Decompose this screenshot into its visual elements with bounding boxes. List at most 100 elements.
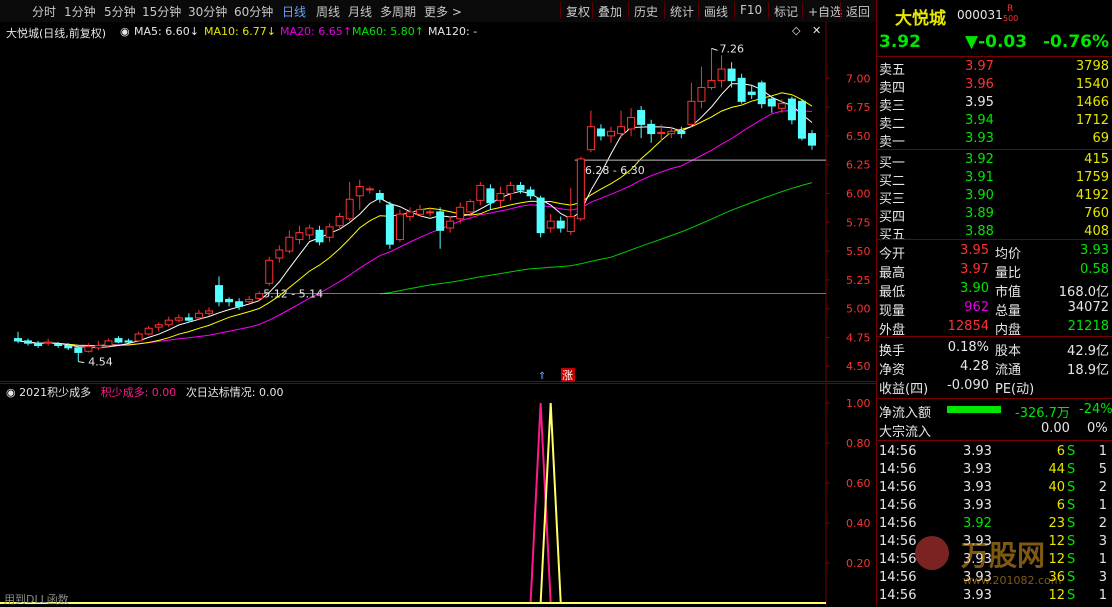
order-volume: 3798 [1075,59,1109,74]
candle-body [124,340,133,343]
stat-row[interactable]: 净资 4.28 流通 18.9亿 [877,358,1112,378]
toolbar-separator [560,2,561,19]
ask-row[interactable]: 卖四 3.96 1540 [877,76,1112,96]
stat-row[interactable]: 收益(四) -0.090 PE(动) [877,377,1112,397]
candle-body [154,324,163,328]
indicator-tick-label: 1.00 [846,397,871,410]
ma120-label: MA120: - [428,25,478,38]
divider [877,336,1112,337]
stat-value: 3.93 [1080,243,1109,258]
bid-row[interactable]: 买一 3.92 415 [877,151,1112,171]
tick-row[interactable]: 14:56 3.93 44 S 5 [877,461,1112,479]
toolbar-button[interactable]: 叠加 [598,3,622,20]
stat-row[interactable]: 最低 3.90 市值 168.0亿 [877,280,1112,300]
block-flow-value: 0.00 [1041,421,1070,436]
tick-row[interactable]: 14:56 3.93 40 S 2 [877,479,1112,497]
order-volume: 408 [1084,224,1109,239]
period-tab[interactable]: 多周期 [380,3,416,20]
candle-body [34,342,43,347]
stat-label: 最低 [879,285,906,300]
toolbar-separator [664,2,665,19]
candle-body [355,186,364,197]
toolbar-button[interactable]: 历史 [634,3,658,20]
candle-body [385,204,394,245]
ask-row[interactable]: 卖五 3.97 3798 [877,58,1112,78]
period-tab[interactable]: 更多 > [424,3,462,20]
tick-volume: 40 [1048,480,1065,495]
period-tab[interactable]: 分时 [32,3,56,20]
candle-body [375,192,384,200]
stat-row[interactable]: 最高 3.97 量比 0.58 [877,261,1112,281]
stat-value: 962 [964,300,989,315]
toolbar-button[interactable]: 返回 [846,3,870,20]
candle-body [245,298,254,303]
toolbar-button[interactable]: 统计 [670,3,694,20]
stat-label: 现量 [879,304,906,319]
price-tick-label: 4.50 [846,360,871,373]
candle-body [506,184,515,194]
stock-code: 000031 [957,8,1003,22]
range-label-lower: 5.12 - 5.14 [263,288,323,301]
stat-label: 股本 [995,344,1022,359]
candle-body [335,216,344,227]
stat-value: 18.9亿 [1067,363,1109,378]
stat-row[interactable]: 今开 3.95 均价 3.93 [877,242,1112,262]
bid-row[interactable]: 买二 3.91 1759 [877,169,1112,189]
ask-row[interactable]: 卖二 3.94 1712 [877,112,1112,132]
toolbar-button[interactable]: 标记 [774,3,798,20]
stat-row[interactable]: 外盘 12854 内盘 21218 [877,318,1112,338]
divider [877,56,1112,57]
period-tab[interactable]: 1分钟 [64,3,96,20]
bid-row[interactable]: 买四 3.89 760 [877,205,1112,225]
toolbar-button[interactable]: +自选 [808,3,842,20]
order-price: 3.90 [965,188,994,203]
candle-body [365,188,374,191]
indicator-header: ◉ 2021积少成多 积少成多: 0.00 次日达标情况: 0.00 [6,384,284,400]
order-price: 3.97 [965,59,994,74]
toolbar-button[interactable]: F10 [740,3,762,17]
stat-row[interactable]: 现量 962 总量 34072 [877,299,1112,319]
tick-row[interactable]: 14:56 3.93 6 S 1 [877,497,1112,515]
candle-body [808,133,816,146]
ma-dropdown-icon[interactable]: ◉ [120,25,130,38]
stat-value: 42.9亿 [1067,344,1109,359]
candle-body [797,100,806,139]
tick-price: 3.93 [963,444,992,459]
indicator-circle-icon[interactable]: ◉ [6,386,19,399]
candle-body [767,98,776,107]
period-tab[interactable]: 日线 [282,3,306,20]
bid-row[interactable]: 买三 3.90 4192 [877,187,1112,207]
period-tab[interactable]: 15分钟 [142,3,181,20]
candle-body [436,211,445,231]
period-tab[interactable]: 60分钟 [234,3,273,20]
indicator-label-2: 次日达标情况: 0.00 [185,386,284,399]
stat-value: 34072 [1067,300,1109,315]
candle-body [295,232,304,241]
stat-row[interactable]: 换手 0.18% 股本 42.9亿 [877,339,1112,359]
period-tab[interactable]: 30分钟 [188,3,227,20]
last-price: 3.92 [879,32,921,52]
close-icon[interactable]: ✕ [812,24,821,37]
kline-chart[interactable]: 7.00 6.75 6.50 6.25 6.00 5.75 5.50 5.25 5.00 4.75… [0,22,876,382]
price-tick-label: 7.00 [846,72,871,85]
tick-row[interactable]: 14:56 3.93 6 S 1 [877,443,1112,461]
ma20-label: MA20: 6.65↑ [280,25,352,38]
order-volume: 1466 [1075,95,1109,110]
indicator-chart[interactable]: 1.00 0.80 0.60 0.40 0.20 [0,383,876,606]
period-tab[interactable]: 月线 [348,3,372,20]
candle-body [194,312,203,319]
toolbar-button[interactable]: 画线 [704,3,728,20]
divider [877,440,1112,441]
period-tab[interactable]: 5分钟 [104,3,136,20]
ask-row[interactable]: 卖三 3.95 1466 [877,94,1112,114]
stat-value: -0.090 [947,378,989,393]
candle-body [305,227,314,236]
ask-row[interactable]: 卖一 3.93 69 [877,130,1112,150]
toolbar-button[interactable]: 复权 [566,3,590,20]
diamond-icon[interactable]: ◇ [792,24,800,37]
low-label: 4.54 [88,356,113,369]
period-tab[interactable]: 周线 [316,3,340,20]
order-price: 3.95 [965,95,994,110]
toolbar-separator [734,2,735,19]
flow-row: 净流入额 -326.7万 -24% [877,401,1112,421]
